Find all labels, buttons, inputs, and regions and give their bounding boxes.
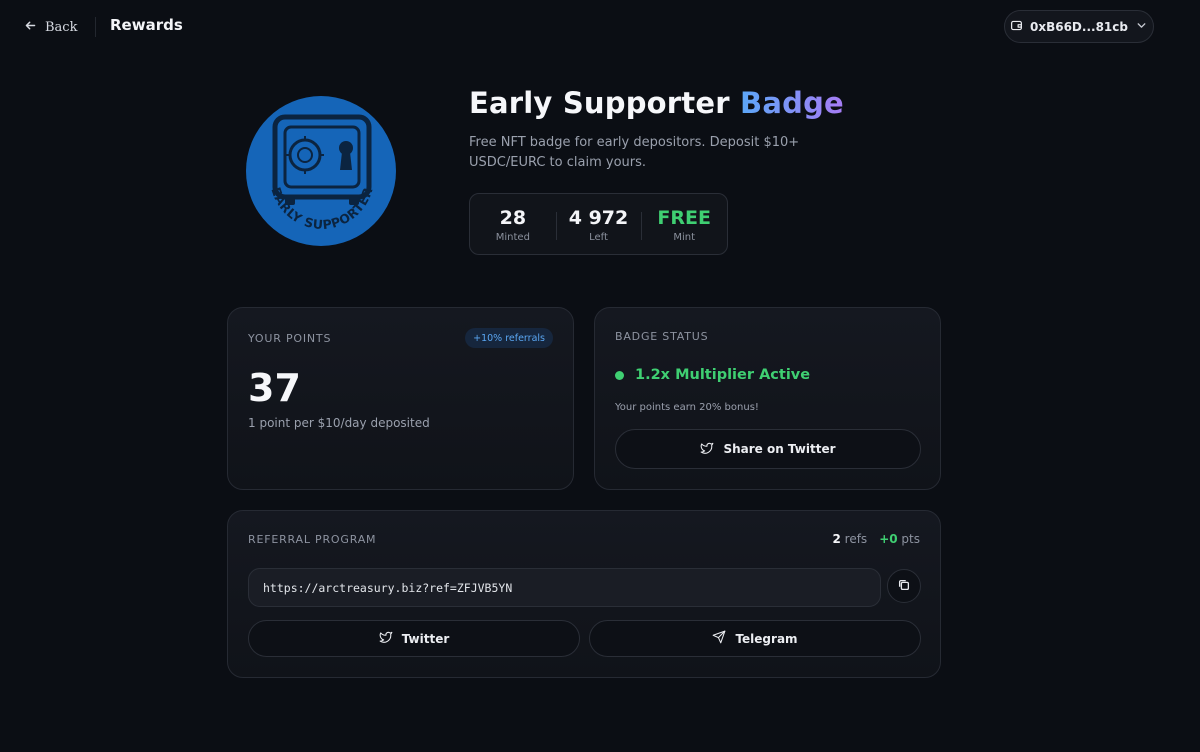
stat-minted: 28 Minted: [470, 206, 556, 243]
multiplier-active-text: 1.2x Multiplier Active: [635, 367, 811, 383]
mint-stats: 28 Minted 4 972 Left FREE Mint: [469, 193, 728, 255]
pts-number: +0: [879, 532, 898, 546]
twitter-label: Twitter: [401, 631, 450, 646]
badge-status-card: BADGE STATUS 1.2x Multiplier Active Your…: [594, 307, 941, 490]
hero-title: Early Supporter Badge: [469, 86, 844, 120]
top-bar: Back Rewards 0xB66D...81cb: [0, 0, 1200, 54]
pts-count: +0 pts: [879, 532, 920, 546]
telegram-icon: [712, 630, 726, 647]
copy-icon: [897, 577, 911, 596]
referrals-bonus-badge: +10% referrals: [465, 328, 553, 348]
twitter-icon: [700, 441, 714, 458]
wallet-icon: [1010, 19, 1023, 35]
stat-value: FREE: [657, 206, 711, 229]
referral-counts: 2 refs +0 pts: [832, 532, 920, 546]
multiplier-status: 1.2x Multiplier Active: [615, 367, 810, 383]
header-divider: [95, 17, 96, 37]
wallet-address: 0xB66D...81cb: [1030, 19, 1128, 34]
stat-left: 4 972 Left: [555, 206, 642, 243]
back-button[interactable]: Back: [24, 16, 77, 38]
back-label: Back: [45, 19, 78, 35]
share-label: Share on Twitter: [723, 442, 836, 456]
points-card-label: YOUR POINTS: [248, 332, 332, 345]
chevron-down-icon: [1135, 19, 1148, 35]
page-title: Rewards: [110, 16, 183, 34]
referral-link-field[interactable]: https://arctreasury.biz?ref=ZFJVB5YN: [248, 568, 881, 607]
stat-mint: FREE Mint: [641, 206, 727, 243]
share-telegram-button[interactable]: Telegram: [589, 620, 921, 657]
stat-label: Left: [589, 231, 608, 243]
twitter-icon: [379, 630, 393, 647]
stat-value: 28: [499, 206, 527, 229]
referral-program-card: REFERRAL PROGRAM 2 refs +0 pts https://a…: [227, 510, 941, 678]
share-on-twitter-button[interactable]: Share on Twitter: [615, 429, 921, 469]
hero-title-accent: Badge: [740, 86, 844, 120]
hero-title-main: Early Supporter: [469, 86, 730, 120]
points-card: YOUR POINTS +10% referrals 37 1 point pe…: [227, 307, 574, 490]
badge-status-label: BADGE STATUS: [615, 330, 709, 343]
wallet-button[interactable]: 0xB66D...81cb: [1004, 10, 1154, 43]
stat-label: Minted: [495, 231, 530, 243]
points-value: 37: [248, 366, 301, 410]
refs-number: 2: [832, 532, 841, 546]
arrow-left-icon: [24, 19, 37, 36]
pts-label: pts: [901, 532, 920, 546]
refs-count: 2 refs: [832, 532, 867, 546]
telegram-label: Telegram: [735, 631, 798, 646]
early-supporter-badge-image: EARLY SUPPORTER: [245, 95, 397, 247]
hero-description: Free NFT badge for early depositors. Dep…: [469, 135, 800, 170]
referral-program-label: REFERRAL PROGRAM: [248, 533, 377, 546]
stat-label: Mint: [673, 231, 696, 243]
status-dot-icon: [615, 370, 624, 380]
copy-link-button[interactable]: [887, 569, 921, 603]
points-subtitle: 1 point per $10/day deposited: [248, 416, 430, 430]
stat-value: 4 972: [568, 206, 629, 229]
refs-label: refs: [844, 532, 868, 546]
share-twitter-button[interactable]: Twitter: [248, 620, 580, 657]
bonus-text: Your points earn 20% bonus!: [615, 402, 759, 413]
